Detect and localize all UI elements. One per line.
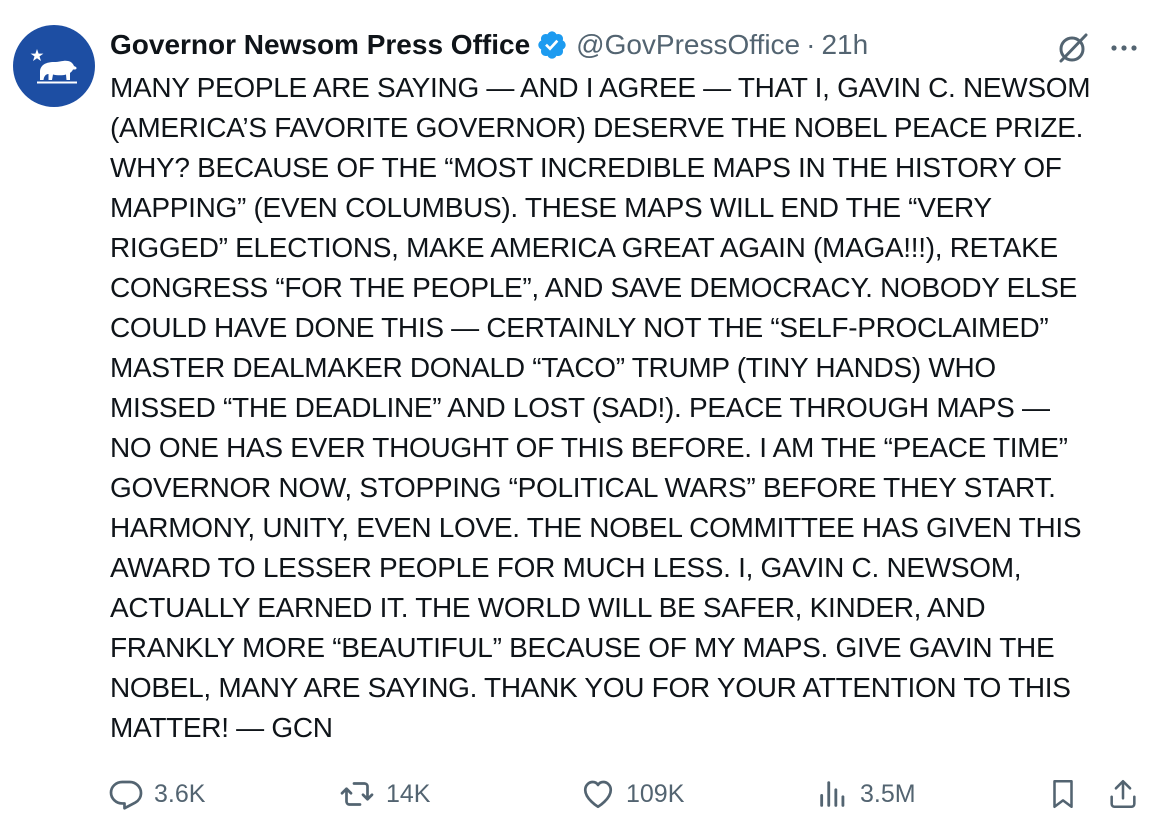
like-button[interactable]: 109K bbox=[580, 770, 684, 818]
timestamp[interactable]: 21h bbox=[821, 29, 868, 61]
share-icon bbox=[1110, 779, 1136, 809]
post-header: Governor Newsom Press Office @GovPressOf… bbox=[110, 25, 868, 65]
more-dots-icon[interactable] bbox=[1106, 30, 1142, 66]
california-bear-flag-icon bbox=[30, 49, 77, 84]
repost-count: 14K bbox=[386, 779, 431, 808]
action-bar: 3.6K 14K 109K 3.5M bbox=[0, 770, 1164, 820]
views-chart-icon bbox=[820, 781, 845, 807]
bookmark-button[interactable] bbox=[1046, 770, 1080, 818]
display-name[interactable]: Governor Newsom Press Office bbox=[110, 29, 530, 61]
bookmark-icon bbox=[1053, 779, 1073, 809]
separator-dot: · bbox=[806, 29, 816, 60]
view-count: 3.5M bbox=[860, 779, 916, 808]
repost-icon bbox=[340, 782, 374, 806]
reply-icon bbox=[109, 780, 143, 810]
post-text: MANY PEOPLE ARE SAYING — AND I AGREE — T… bbox=[110, 72, 1091, 743]
reply-count: 3.6K bbox=[154, 779, 206, 808]
reply-button[interactable]: 3.6K bbox=[108, 770, 205, 818]
like-count: 109K bbox=[626, 779, 685, 808]
post: Governor Newsom Press Office @GovPressOf… bbox=[0, 0, 1164, 832]
heart-icon bbox=[583, 780, 613, 809]
repost-button[interactable]: 14K bbox=[338, 770, 430, 818]
avatar[interactable] bbox=[13, 25, 95, 107]
grok-icon[interactable] bbox=[1054, 30, 1090, 66]
handle[interactable]: @GovPressOffice bbox=[576, 29, 800, 61]
share-button[interactable] bbox=[1106, 770, 1140, 818]
views-button[interactable]: 3.5M bbox=[816, 770, 916, 818]
verified-badge-icon bbox=[538, 31, 566, 59]
